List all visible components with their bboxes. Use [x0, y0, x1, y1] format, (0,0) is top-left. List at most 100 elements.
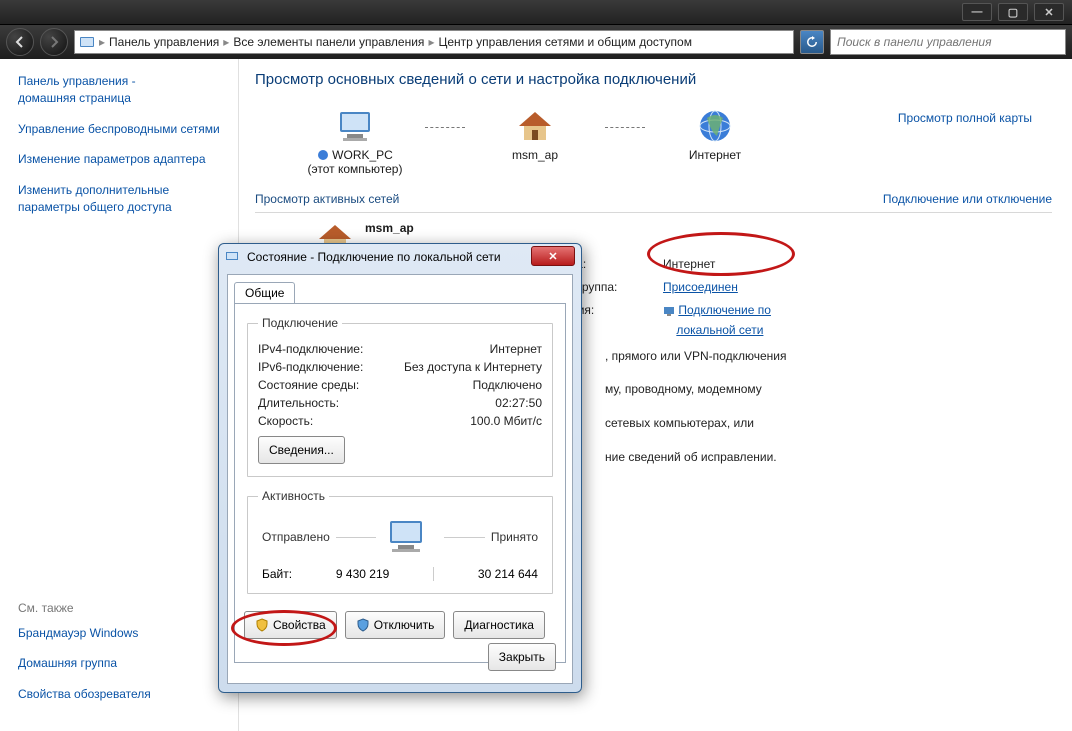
breadcrumb-seg-1[interactable]: Панель управления [109, 35, 219, 49]
obscured-line-3: сетевых компьютерах, или [605, 407, 1052, 441]
close-button[interactable]: Закрыть [488, 643, 556, 671]
obscured-text: , прямого или VPN-подключения му, провод… [605, 340, 1052, 474]
media-state-label: Состояние среды: [258, 378, 359, 392]
group-connection-legend: Подключение [258, 316, 342, 330]
see-also-heading: См. также [18, 601, 151, 615]
group-activity-legend: Активность [258, 489, 329, 503]
map-network: msm_ap [475, 104, 595, 162]
group-connection: Подключение IPv4-подключение: Интернет IP… [247, 316, 553, 477]
ipv4-label: IPv4-подключение: [258, 342, 363, 356]
refresh-button[interactable] [800, 30, 824, 54]
search-box[interactable] [830, 29, 1066, 55]
tab-general[interactable]: Общие [234, 282, 295, 304]
connect-disconnect-link[interactable]: Подключение или отключение [883, 192, 1052, 206]
search-input[interactable] [835, 34, 1061, 50]
sidebar-sharing-link[interactable]: Изменить дополнительные параметры общего… [18, 182, 228, 216]
activity-computer-icon [382, 517, 438, 557]
obscured-line-2: му, проводному, модемному [605, 373, 1052, 407]
close-window-button[interactable]: ✕ [1034, 3, 1064, 21]
see-also-homegroup[interactable]: Домашняя группа [18, 655, 151, 672]
map-pc-name: WORK_PC [332, 148, 393, 162]
tab-panel: Подключение IPv4-подключение: Интернет IP… [234, 303, 566, 663]
see-also-ieprops[interactable]: Свойства обозревателя [18, 686, 151, 703]
active-networks-label: Просмотр активных сетей [255, 192, 399, 206]
map-internet-label: Интернет [655, 148, 775, 162]
speed-label: Скорость: [258, 414, 313, 428]
map-line-2 [605, 127, 645, 128]
sidebar-home-link[interactable]: Панель управления - домашняя страница [18, 73, 228, 107]
network-glyph-icon [317, 149, 329, 161]
house-icon [475, 104, 595, 148]
sidebar-wireless-link[interactable]: Управление беспроводными сетями [18, 121, 228, 138]
ipv6-value: Без доступа к Интернету [404, 360, 542, 374]
bytes-label: Байт: [262, 567, 292, 581]
chevron-right-icon: ▸ [428, 35, 434, 49]
bytes-sent: 9 430 219 [336, 567, 389, 581]
detail-val-conn[interactable]: Подключение по локальной сети [663, 301, 1052, 339]
disable-button[interactable]: Отключить [345, 611, 446, 639]
tab-strip: Общие [228, 275, 572, 303]
obscured-line-1: , прямого или VPN-подключения [605, 340, 1052, 374]
map-internet: Интернет [655, 104, 775, 162]
network-details: Тип доступа: Интернет Домашняя группа: П… [515, 255, 1052, 340]
nav-back-button[interactable] [6, 28, 34, 56]
minimize-button[interactable]: — [962, 3, 992, 21]
group-activity: Активность Отправлено Принято Байт: 9 43… [247, 489, 553, 594]
nav-forward-button[interactable] [40, 28, 68, 56]
explorer-toolbar: ▸ Панель управления ▸ Все элементы панел… [0, 25, 1072, 59]
map-pc-sub: (этот компьютер) [295, 162, 415, 176]
sidebar: Панель управления - домашняя страница Уп… [0, 59, 239, 731]
network-icon [225, 249, 241, 265]
bytes-recv: 30 214 644 [478, 567, 538, 581]
lan-link-line2: локальной сети [676, 323, 763, 337]
control-panel-icon [79, 34, 95, 50]
duration-value: 02:27:50 [495, 396, 542, 410]
dialog-action-row: Свойства Отключить Диагностика [244, 611, 545, 639]
globe-icon [655, 104, 775, 148]
full-map-link[interactable]: Просмотр полной карты [898, 111, 1032, 125]
ipv4-value: Интернет [490, 342, 542, 356]
diagnose-button[interactable]: Диагностика [453, 611, 545, 639]
sidebar-adapter-link[interactable]: Изменение параметров адаптера [18, 151, 228, 168]
sidebar-home-line1: Панель управления - [18, 74, 136, 88]
maximize-button[interactable]: ▢ [998, 3, 1028, 21]
chevron-right-icon: ▸ [99, 35, 105, 49]
detail-val-access: Интернет [663, 255, 1052, 274]
sidebar-home-line2: домашняя страница [18, 91, 131, 105]
lan-link-line1: Подключение по [678, 303, 771, 317]
map-line-1 [425, 127, 465, 128]
breadcrumb-seg-2[interactable]: Все элементы панели управления [233, 35, 424, 49]
dialog-close-button[interactable]: ✕ [531, 246, 575, 266]
active-network-name: msm_ap [365, 221, 414, 235]
duration-label: Длительность: [258, 396, 339, 410]
shield-icon [255, 618, 269, 632]
dialog-body: Общие Подключение IPv4-подключение: Интер… [227, 274, 573, 684]
see-also-section: См. также Брандмауэр Windows Домашняя гр… [18, 601, 151, 717]
ipv6-label: IPv6-подключение: [258, 360, 363, 374]
speed-value: 100.0 Мбит/с [470, 414, 542, 428]
page-title: Просмотр основных сведений о сети и наст… [255, 71, 1052, 88]
address-bar[interactable]: ▸ Панель управления ▸ Все элементы панел… [74, 30, 794, 54]
breadcrumb-seg-3[interactable]: Центр управления сетями и общим доступом [438, 35, 692, 49]
media-state-value: Подключено [473, 378, 542, 392]
details-button[interactable]: Сведения... [258, 436, 345, 464]
obscured-line-4: ние сведений об исправлении. [605, 441, 1052, 475]
chevron-right-icon: ▸ [223, 35, 229, 49]
map-this-pc: WORK_PC (этот компьютер) [295, 104, 415, 176]
sent-label: Отправлено [262, 530, 330, 544]
dialog-titlebar[interactable]: Состояние - Подключение по локальной сет… [219, 244, 581, 270]
window-chrome: — ▢ ✕ [0, 0, 1072, 25]
lan-icon [663, 305, 675, 317]
dialog-title: Состояние - Подключение по локальной сет… [247, 250, 501, 264]
detail-val-homegroup[interactable]: Присоединен [663, 278, 1052, 297]
properties-button[interactable]: Свойства [244, 611, 337, 639]
shield-icon [356, 618, 370, 632]
recv-label: Принято [491, 530, 538, 544]
disable-button-label: Отключить [374, 618, 435, 632]
status-dialog: Состояние - Подключение по локальной сет… [218, 243, 582, 693]
see-also-firewall[interactable]: Брандмауэр Windows [18, 625, 151, 642]
active-networks-heading: Просмотр активных сетей Подключение или … [255, 192, 1052, 206]
properties-button-label: Свойства [273, 618, 326, 632]
computer-icon [295, 104, 415, 148]
map-net-name: msm_ap [475, 148, 595, 162]
